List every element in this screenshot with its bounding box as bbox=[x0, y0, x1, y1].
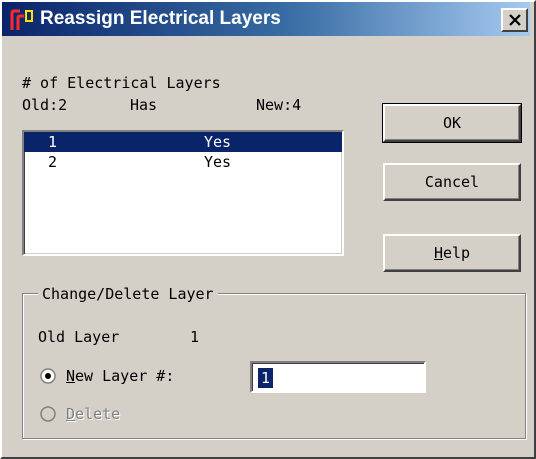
layer-has: Yes bbox=[204, 133, 232, 151]
has-column-label: Has bbox=[130, 96, 158, 114]
close-icon bbox=[509, 14, 521, 26]
layers-heading: # of Electrical Layers bbox=[22, 74, 221, 92]
help-label: elp bbox=[442, 244, 471, 262]
cancel-button[interactable]: Cancel bbox=[383, 163, 521, 201]
new-layer-accel: N bbox=[66, 367, 76, 385]
delete-radio-label: Delete bbox=[66, 405, 120, 423]
new-layer-radio-label[interactable]: New Layer #: bbox=[66, 367, 174, 385]
ok-button[interactable]: OK bbox=[382, 103, 522, 143]
old-layer-value: 1 bbox=[190, 328, 200, 346]
help-accel: H bbox=[433, 244, 443, 262]
new-count-label: New:4 bbox=[256, 96, 302, 114]
help-button[interactable]: Help bbox=[383, 234, 521, 272]
dialog-title: Reassign Electrical Layers bbox=[40, 8, 281, 29]
layers-listbox[interactable]: 1 Yes 2 Yes bbox=[22, 130, 344, 256]
layer-number: 2 bbox=[48, 153, 58, 171]
radio-unselected-icon bbox=[40, 406, 56, 422]
old-layer-label: Old Layer bbox=[38, 328, 120, 346]
app-logo-icon bbox=[10, 9, 34, 31]
old-count-label: Old:2 bbox=[22, 96, 68, 114]
layer-has: Yes bbox=[204, 153, 232, 171]
delete-accel: D bbox=[66, 405, 76, 423]
list-item[interactable]: 2 Yes bbox=[24, 152, 342, 172]
list-item[interactable]: 1 Yes bbox=[24, 132, 342, 152]
layer-number: 1 bbox=[48, 133, 58, 151]
group-title: Change/Delete Layer bbox=[38, 285, 218, 303]
title-bar[interactable]: Reassign Electrical Layers bbox=[2, 2, 530, 36]
new-layer-label: ew Layer #: bbox=[75, 367, 175, 385]
close-button[interactable] bbox=[501, 8, 528, 32]
delete-label: elete bbox=[75, 405, 121, 423]
radio-selected-icon[interactable] bbox=[40, 368, 56, 384]
new-layer-input[interactable]: 1 bbox=[250, 361, 426, 393]
new-layer-value: 1 bbox=[258, 368, 274, 388]
